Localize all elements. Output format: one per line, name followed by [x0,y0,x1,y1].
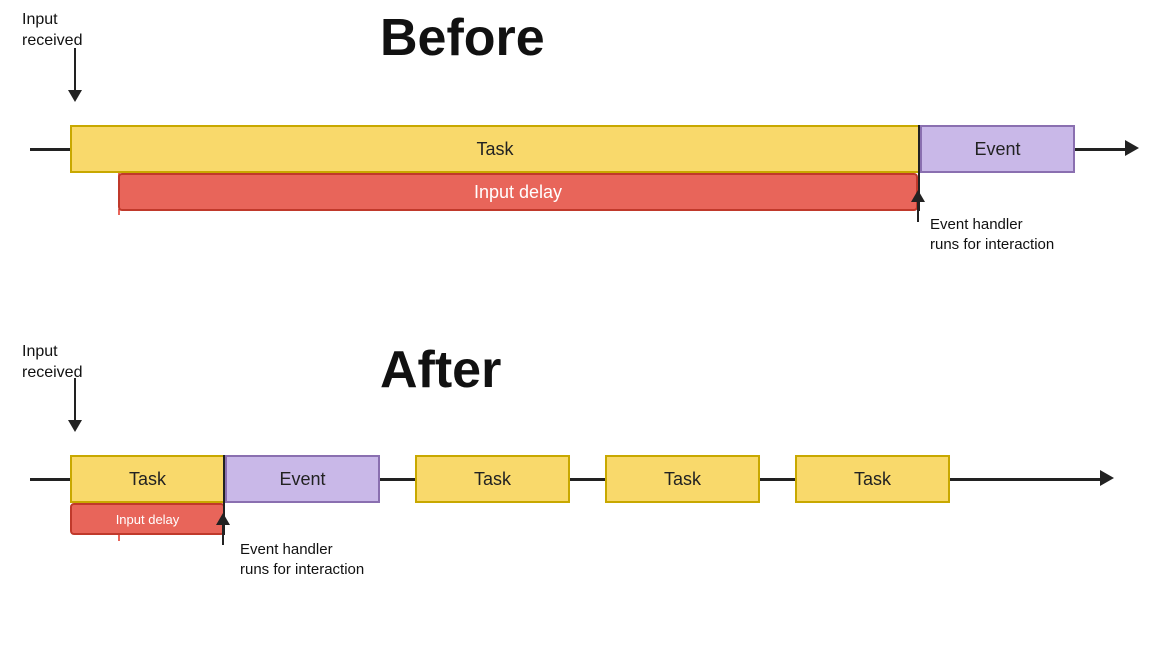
before-input-received-label: Inputreceived [22,10,82,52]
after-connector-2 [380,478,415,481]
after-connector-3 [570,478,605,481]
after-event-handler-arrow-up [216,513,230,545]
before-timeline-left [30,148,70,151]
after-title: After [380,340,501,400]
after-connector-4 [760,478,795,481]
before-input-delay-box: Input delay [118,173,918,211]
after-arrow-right [1100,470,1114,486]
after-event-box: Event [225,455,380,503]
after-task2-box: Task [415,455,570,503]
before-arrow-right [1125,140,1139,156]
after-timeline-left [30,478,70,481]
before-timeline-right [1075,148,1130,151]
after-input-arrow [68,378,82,432]
before-task-box: Task [70,125,920,173]
after-task4-box: Task [795,455,950,503]
after-input-delay-box: Input delay [70,503,225,535]
after-task3-box: Task [605,455,760,503]
before-title: Before [380,8,545,68]
before-event-handler-arrow-up [911,190,925,222]
after-event-handler-label: Event handlerruns for interaction [240,540,364,579]
diagram-container: Before Inputreceived Task Input delay Ev… [0,0,1155,647]
before-event-box: Event [920,125,1075,173]
after-timeline-right [950,478,1105,481]
after-task1-box: Task [70,455,225,503]
before-event-handler-label: Event handlerruns for interaction [930,215,1054,254]
before-input-arrow [68,48,82,102]
